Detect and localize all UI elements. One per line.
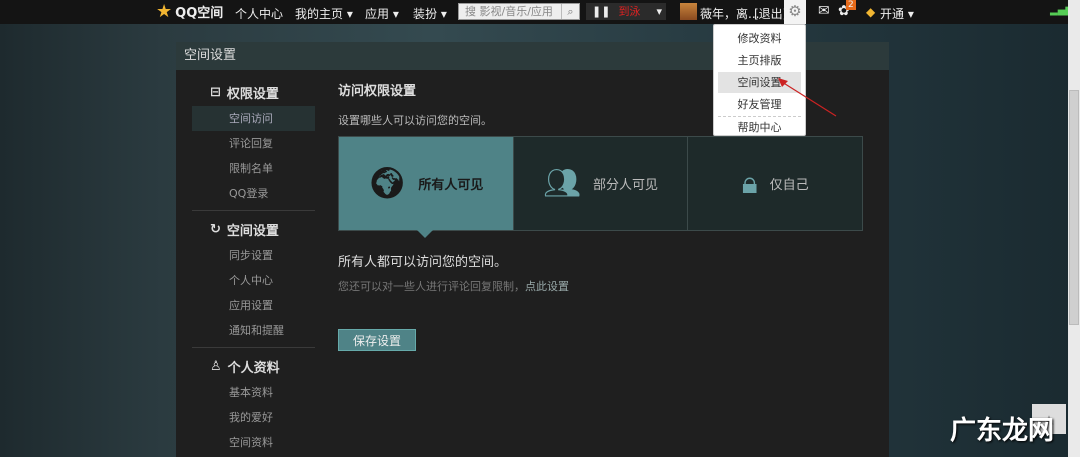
music-player[interactable]: ❚❚ 到泳 ▾ <box>586 3 666 20</box>
pause-icon[interactable]: ❚❚ <box>592 5 610 18</box>
sidebar-item-hobbies[interactable]: 我的爱好 <box>192 405 315 430</box>
mail-icon[interactable]: ✉ <box>818 3 830 19</box>
nav-my-home[interactable]: 我的主页 ▾ <box>295 5 353 22</box>
sidebar-group-permissions: ⊟ 权限设置 <box>192 78 315 106</box>
menu-item-layout[interactable]: 主页排版 <box>718 50 801 71</box>
search-placeholder: 搜 影视/音乐/应用 <box>465 5 553 18</box>
save-button[interactable]: 保存设置 <box>338 329 416 351</box>
group-title: 个人资料 <box>227 360 280 376</box>
avatar[interactable] <box>680 3 697 20</box>
divider <box>192 210 315 211</box>
song-title: 到泳 <box>618 5 641 18</box>
group-title: 空间设置 <box>226 223 279 239</box>
sidebar-group-space: ↻ 空间设置 <box>192 215 315 243</box>
top-bar: ★ QQ空间 个人中心 我的主页 ▾ 应用 ▾ 装扮 ▾ 搜 影视/音乐/应用 ⌕ … <box>0 0 1073 24</box>
menu-item-help[interactable]: 帮助中心 <box>718 116 801 137</box>
sidebar-item-qq-login[interactable]: QQ登录 <box>192 181 315 206</box>
sidebar-item-notifications[interactable]: 通知和提醒 <box>192 318 315 343</box>
notification-badge: 2 <box>846 0 856 10</box>
search-input[interactable]: 搜 影视/音乐/应用 ⌕ <box>458 3 580 20</box>
set-link[interactable]: 点此设置 <box>525 280 569 293</box>
diamond-icon: ◆ <box>866 5 876 19</box>
logout-link[interactable]: [退出] <box>754 5 787 22</box>
scrollbar[interactable] <box>1068 0 1080 457</box>
star-icon: ★ <box>156 0 173 22</box>
lock-icon: ⊟ <box>210 84 221 100</box>
gear-icon[interactable]: ⚙ <box>784 0 806 24</box>
sidebar-item-space-info[interactable]: 空间资料 <box>192 430 315 455</box>
menu-item-edit-profile[interactable]: 修改资料 <box>718 28 801 49</box>
globe-icon: 🌍︎ <box>368 166 407 201</box>
vip-open[interactable]: 开通 ▾ <box>880 5 914 22</box>
search-icon[interactable]: ⌕ <box>561 4 579 19</box>
option-label: 仅自己 <box>769 178 809 193</box>
people-icon: 👥︎ <box>542 166 582 201</box>
lock-icon: 🔒︎ <box>741 166 758 201</box>
annotation-arrow <box>778 78 837 117</box>
access-options: 🌍︎ 所有人可见 👥︎ 部分人可见 🔒︎ 仅自己 <box>338 136 863 238</box>
group-title: 权限设置 <box>226 86 279 102</box>
dropdown-icon[interactable]: ▾ <box>656 3 662 20</box>
nav-apps[interactable]: 应用 ▾ <box>365 5 399 22</box>
sync-icon: ↻ <box>210 221 221 237</box>
qzone-logo[interactable]: ★ QQ空间 <box>156 2 223 21</box>
sidebar-item-space-access[interactable]: 空间访问 <box>192 106 315 131</box>
option-label: 所有人可见 <box>418 178 484 193</box>
sidebar-item-sync[interactable]: 同步设置 <box>192 243 315 268</box>
option-label: 部分人可见 <box>593 178 659 193</box>
option-only-me[interactable]: 🔒︎ 仅自己 <box>687 137 863 230</box>
scrollbar-thumb[interactable] <box>1069 90 1079 325</box>
sidebar: ⊟ 权限设置 空间访问 评论回复 限制名单 QQ登录 ↻ 空间设置 同步设置 个人中… <box>192 78 315 455</box>
nav-decorate[interactable]: 装扮 ▾ <box>413 5 447 22</box>
user-name[interactable]: 薇年，离... <box>700 5 759 22</box>
sidebar-item-basic-info[interactable]: 基本资料 <box>192 380 315 405</box>
hint-text: 您还可以对一些人进行评论回复限制，点此设置 <box>338 278 863 294</box>
option-some-people[interactable]: 👥︎ 部分人可见 <box>512 137 688 230</box>
divider <box>192 347 315 348</box>
status-message: 所有人都可以访问您的空间。 <box>338 255 508 270</box>
sidebar-group-profile: ♙ 个人资料 <box>192 352 315 380</box>
option-everyone[interactable]: 🌍︎ 所有人可见 <box>339 137 513 238</box>
hint: 您还可以对一些人进行评论回复限制， <box>338 280 525 293</box>
nav-personal-center[interactable]: 个人中心 <box>235 5 283 22</box>
logo-text: QQ空间 <box>175 6 224 21</box>
watermark: 广东龙网 <box>950 416 1055 446</box>
sidebar-item-blocklist[interactable]: 限制名单 <box>192 156 315 181</box>
sidebar-item-app-settings[interactable]: 应用设置 <box>192 293 315 318</box>
sidebar-item-comment-reply[interactable]: 评论回复 <box>192 131 315 156</box>
person-icon: ♙ <box>210 358 222 374</box>
sidebar-item-personal-center[interactable]: 个人中心 <box>192 268 315 293</box>
